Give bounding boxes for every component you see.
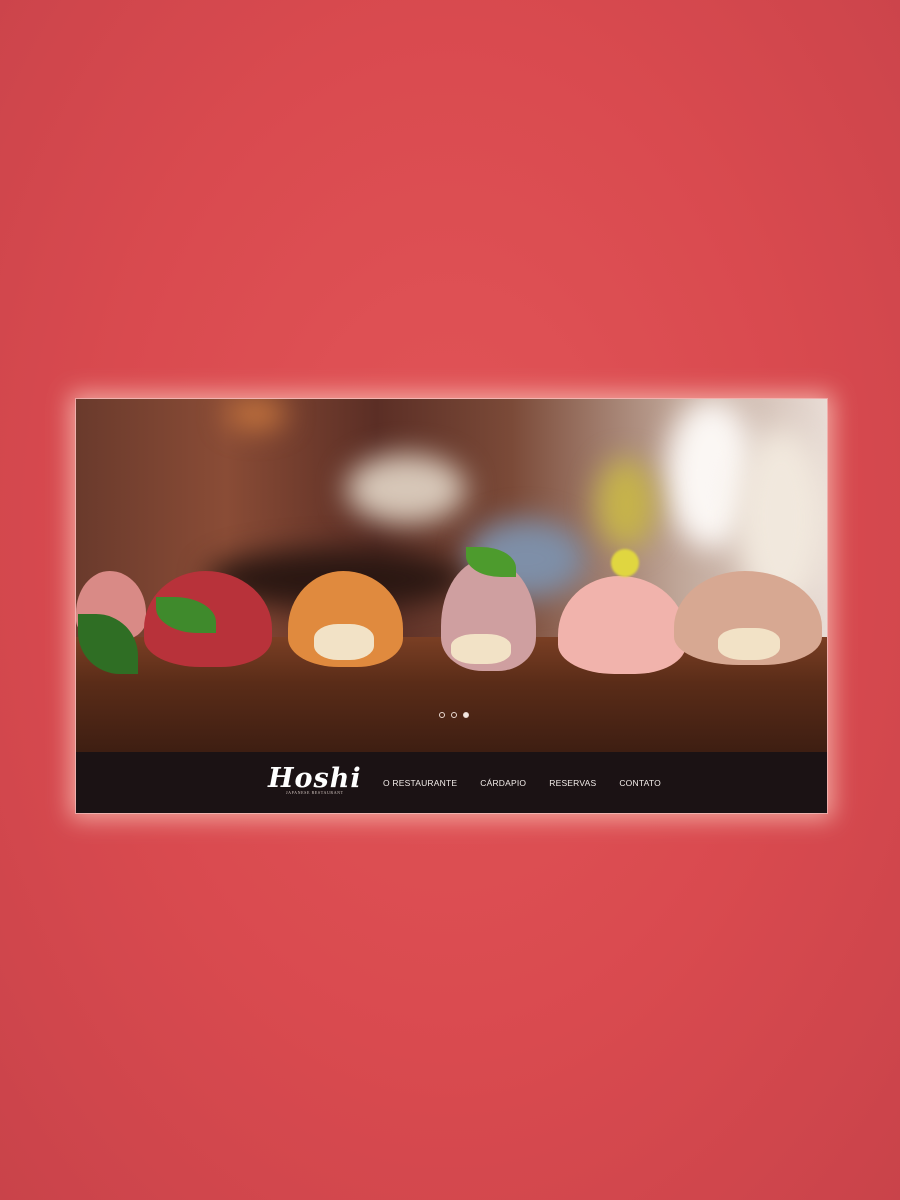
brand-logo[interactable]: Hoshi JAPANESE RESTAURANT — [268, 765, 362, 795]
slider-dot[interactable] — [439, 712, 445, 718]
sushi-rice — [451, 634, 511, 664]
bokeh-light — [226, 399, 286, 429]
website-preview: Hoshi JAPANESE RESTAURANT O RESTAURANTE … — [76, 399, 827, 813]
sushi-piece — [558, 576, 686, 674]
wasabi-garnish — [611, 549, 639, 577]
hero-slider — [76, 399, 827, 752]
nav-link-contato[interactable]: CONTATO — [619, 778, 661, 788]
site-navbar: Hoshi JAPANESE RESTAURANT O RESTAURANTE … — [76, 752, 827, 813]
bokeh-light — [596, 459, 656, 549]
logo-wordmark: Hoshi — [268, 763, 362, 794]
nav-link-cardapio[interactable]: CÁRDAPIO — [480, 778, 526, 788]
bokeh-light — [346, 454, 466, 524]
main-menu: O RESTAURANTE CÁRDAPIO RESERVAS CONTATO — [383, 778, 684, 788]
slider-pagination — [439, 712, 469, 718]
sushi-rice — [718, 628, 780, 660]
slider-dot-active[interactable] — [463, 712, 469, 718]
slider-dot[interactable] — [451, 712, 457, 718]
nav-link-reservas[interactable]: RESERVAS — [549, 778, 596, 788]
nav-link-restaurante[interactable]: O RESTAURANTE — [383, 778, 457, 788]
sushi-rice — [314, 624, 374, 660]
